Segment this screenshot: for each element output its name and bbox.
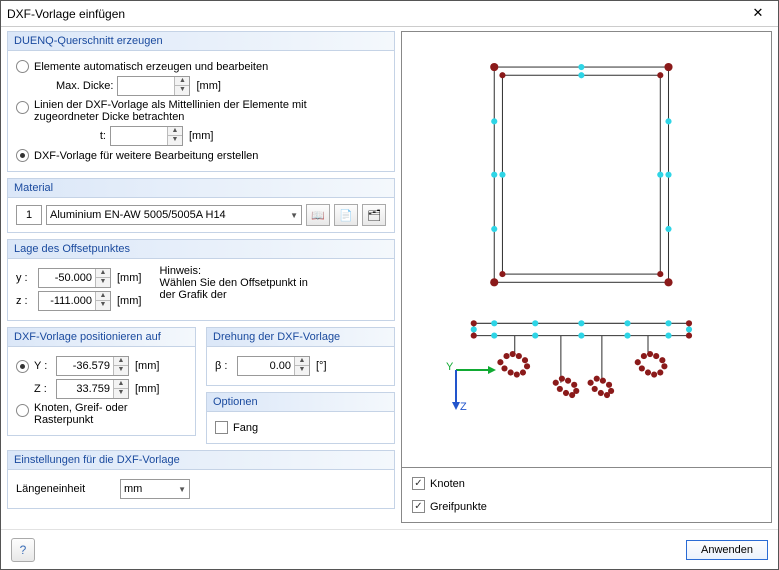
checkbox-snap-label: Fang [233,422,258,434]
offset-hint-label: Hinweis: [159,265,309,277]
beta-label: β : [215,360,233,372]
max-thickness-label: Max. Dicke: [56,80,113,92]
pos-y-label: Y : [34,360,52,372]
beta-unit: [°] [316,360,327,372]
offset-y-spinner[interactable]: ▲▼ [38,268,111,288]
max-thickness-unit: [mm] [196,80,220,92]
radio-auto-create[interactable] [16,60,29,73]
axis-y-label: Y [446,361,454,373]
group-header-create: DUENQ-Querschnitt erzeugen [7,31,395,51]
pos-z-input[interactable] [57,380,113,398]
spin-up-icon[interactable]: ▲ [168,127,182,136]
offset-y-unit: [mm] [117,272,141,284]
radio-further-edit-label: DXF-Vorlage für weitere Bearbeitung erst… [34,150,258,162]
material-name: Aluminium EN-AW 5005/5005A H14 [50,209,226,221]
pos-y-spinner[interactable]: ▲▼ [56,356,129,376]
offset-z-label: z : [16,295,34,307]
t-unit: [mm] [189,130,213,142]
coordinate-axes-icon: Y Z [446,360,498,415]
radio-midline-label: Linien der DXF-Vorlage als Mittellinien … [34,99,354,123]
offset-hint-text: Wählen Sie den Offsetpunkt in der Grafik… [159,277,309,301]
radio-auto-create-label: Elemente automatisch erzeugen und bearbe… [34,61,268,73]
radio-position-node-label: Knoten, Greif- oder Rasterpunkt [34,402,164,426]
edit-material-button[interactable]: 🗂 [362,204,386,226]
radio-further-edit[interactable] [16,149,29,162]
group-header-settings: Einstellungen für die DXF-Vorlage [7,450,395,470]
spin-up-icon[interactable]: ▲ [114,380,128,389]
spin-up-icon[interactable]: ▲ [96,269,110,278]
t-spinner[interactable]: ▲▼ [110,126,183,146]
checkbox-nodes-label: Knoten [430,478,465,490]
preview-canvas[interactable]: Y Z [401,31,772,468]
length-unit-value: mm [124,483,142,495]
spin-up-icon[interactable]: ▲ [114,357,128,366]
group-header-options: Optionen [206,392,395,411]
group-header-position: DXF-Vorlage positionieren auf [7,327,196,346]
t-label: t: [56,130,106,142]
spin-down-icon[interactable]: ▼ [168,136,182,145]
group-header-rotation: Drehung der DXF-Vorlage [206,327,395,346]
group-header-material: Material [7,178,395,198]
checkbox-grips-label: Greifpunkte [430,501,487,513]
spin-up-icon[interactable]: ▲ [295,357,309,366]
close-icon[interactable]: ✕ [744,5,772,23]
length-unit-label: Längeneinheit [16,483,116,495]
offset-z-spinner[interactable]: ▲▼ [38,291,111,311]
chevron-down-icon: ▼ [178,485,186,494]
apply-button[interactable]: Anwenden [686,540,768,560]
pos-z-unit: [mm] [135,383,159,395]
spin-down-icon[interactable]: ▼ [96,278,110,287]
spin-up-icon[interactable]: ▲ [96,292,110,301]
t-input[interactable] [111,127,167,145]
offset-y-label: y : [16,272,34,284]
radio-midline[interactable] [16,101,29,114]
pos-z-spinner[interactable]: ▲▼ [56,379,129,399]
spin-down-icon[interactable]: ▼ [175,86,189,95]
beta-spinner[interactable]: ▲▼ [237,356,310,376]
group-header-offset: Lage des Offsetpunktes [7,239,395,259]
spin-up-icon[interactable]: ▲ [175,77,189,86]
offset-y-input[interactable] [39,269,95,287]
pos-z-label: Z : [34,383,52,395]
offset-z-input[interactable] [39,292,95,310]
new-material-button[interactable]: 📄 [334,204,358,226]
radio-position-node[interactable] [16,404,29,417]
max-thickness-input[interactable] [118,77,174,95]
left-panel: DUENQ-Querschnitt erzeugen Elemente auto… [1,27,401,529]
pos-y-input[interactable] [57,357,113,375]
pos-y-unit: [mm] [135,360,159,372]
spin-down-icon[interactable]: ▼ [114,366,128,375]
length-unit-dropdown[interactable]: mm ▼ [120,479,190,499]
spin-down-icon[interactable]: ▼ [114,389,128,398]
right-panel: Y Z Knoten Greifpunkte [401,27,778,529]
titlebar: DXF-Vorlage einfügen ✕ [1,1,778,27]
checkbox-grips[interactable] [412,500,425,513]
library-button[interactable]: 📖 [306,204,330,226]
chevron-down-icon: ▼ [290,211,298,220]
axis-z-label: Z [460,401,467,412]
spin-down-icon[interactable]: ▼ [295,366,309,375]
checkbox-nodes[interactable] [412,477,425,490]
offset-z-unit: [mm] [117,295,141,307]
spin-down-icon[interactable]: ▼ [96,301,110,310]
window-title: DXF-Vorlage einfügen [7,7,744,21]
material-index[interactable]: 1 [16,205,42,225]
checkbox-snap[interactable] [215,421,228,434]
max-thickness-spinner[interactable]: ▲▼ [117,76,190,96]
footer: ? Anwenden [1,529,778,569]
preview-options: Knoten Greifpunkte [401,468,772,523]
beta-input[interactable] [238,357,294,375]
material-dropdown[interactable]: Aluminium EN-AW 5005/5005A H14 ▼ [46,205,302,225]
radio-position-yz[interactable] [16,360,29,373]
help-button[interactable]: ? [11,538,35,562]
dialog-window: DXF-Vorlage einfügen ✕ DUENQ-Querschnitt… [0,0,779,570]
